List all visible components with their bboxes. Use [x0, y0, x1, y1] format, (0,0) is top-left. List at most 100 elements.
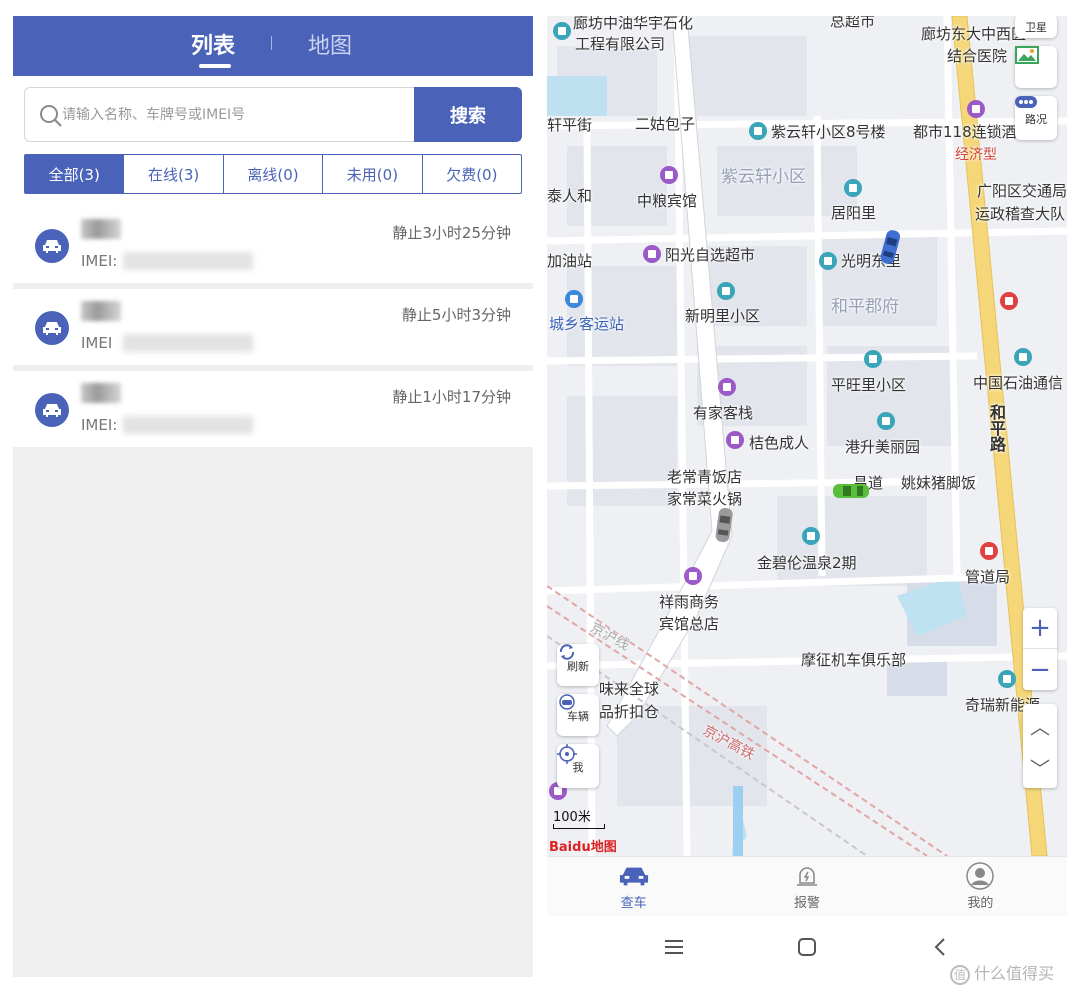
poi-building-icon[interactable]: [749, 122, 767, 140]
map-label: 二姑包子: [635, 115, 696, 133]
map-label: 工程有限公司: [575, 35, 666, 53]
traffic-icon: [1015, 96, 1037, 108]
poi-hotel-icon[interactable]: [684, 567, 702, 585]
poi-building-icon[interactable]: [844, 179, 862, 197]
filter-offline[interactable]: 离线(0): [224, 155, 324, 193]
map-label: 管道局: [965, 568, 1011, 586]
tab-list[interactable]: 列表: [191, 28, 235, 60]
map-label: 轩平街: [547, 116, 593, 134]
filter-unused[interactable]: 未用(0): [323, 155, 423, 193]
vehicle-status: 静止1小时17分钟: [392, 388, 511, 406]
vehicle-status: 静止3小时25分钟: [392, 224, 511, 242]
search-icon: [40, 105, 62, 127]
refresh-icon: [559, 644, 575, 660]
search-box: [24, 87, 414, 142]
search-button[interactable]: 搜索: [414, 87, 522, 142]
map-label: 中粮宾馆: [637, 192, 698, 210]
car-icon: [559, 694, 575, 710]
map-label: 摩征机车俱乐部: [801, 651, 907, 669]
map-label: 港升美丽园: [845, 438, 921, 456]
nav-find-car[interactable]: 查车: [547, 857, 720, 916]
poi-hotel-icon[interactable]: [967, 100, 985, 118]
car-icon: [35, 393, 69, 427]
poi-shop-icon[interactable]: [726, 431, 744, 449]
map-label: 新明里小区: [685, 307, 761, 325]
refresh-button[interactable]: 刷新: [557, 644, 599, 686]
poi-building-icon[interactable]: [864, 350, 882, 368]
filter-all[interactable]: 全部(3): [25, 155, 125, 193]
traffic-button[interactable]: 路况: [1015, 96, 1057, 140]
map-label: 金碧伦温泉2期: [757, 554, 857, 572]
poi-building-icon[interactable]: [717, 282, 735, 300]
chevron-up-icon[interactable]: ︿: [1023, 704, 1057, 746]
map-label: 宾馆总店: [659, 615, 720, 633]
vehicle-name-blurred: [81, 301, 121, 321]
vehicle-imei-label: IMEI:: [81, 416, 118, 434]
map-label: 紫云轩小区: [721, 167, 806, 187]
poi-building-icon[interactable]: [819, 252, 837, 270]
map-label: 结合医院: [947, 47, 1008, 65]
zoom-out-button[interactable]: −: [1023, 649, 1057, 690]
vehicle-marker-gray[interactable]: [713, 506, 735, 546]
traffic-label: 路况: [1025, 112, 1047, 126]
map-label: 运政稽查大队: [975, 205, 1066, 223]
satellite-label: 卫星: [1025, 20, 1047, 34]
zoom-in-button[interactable]: +: [1023, 608, 1057, 649]
poi-building-icon[interactable]: [877, 412, 895, 430]
poi-building-icon[interactable]: [998, 670, 1016, 688]
bottom-navigation: 查车 报警 我的: [547, 856, 1067, 916]
filter-online[interactable]: 在线(3): [124, 155, 224, 193]
search-input[interactable]: [62, 88, 402, 141]
vehicle-locate-button[interactable]: 车辆: [557, 694, 599, 736]
vehicle-row[interactable]: IMEI 静止5小时3分钟: [13, 289, 533, 365]
map-layer-button[interactable]: [1015, 46, 1057, 88]
nav-alarm[interactable]: 报警: [720, 857, 893, 916]
poi-bank-icon[interactable]: [1000, 292, 1018, 310]
car-icon: [35, 229, 69, 263]
map-label: 经济型: [955, 147, 997, 163]
map-label: 城乡客运站: [549, 315, 625, 333]
baidu-map[interactable]: 廊坊中油华宇石化 工程有限公司 总超市 廊坊东大中西医 结合医院 轩平街 二姑包…: [547, 16, 1067, 856]
map-road-label: 和平路: [987, 404, 1006, 452]
map-label: 桔色成人: [749, 434, 810, 452]
map-label: 总超市: [830, 16, 876, 30]
map-label: 姚妹猪脚饭: [901, 474, 977, 492]
satellite-toggle[interactable]: 卫星: [1015, 16, 1057, 38]
nav-alarm-label: 报警: [793, 895, 820, 911]
watermark: 值什么值得买: [950, 960, 1054, 985]
tab-map[interactable]: 地图: [308, 28, 352, 60]
poi-building-icon[interactable]: [802, 527, 820, 545]
map-label: 中国石油通信: [973, 374, 1064, 392]
poi-bus-station-icon[interactable]: [565, 290, 583, 308]
map-label: 有家客栈: [693, 404, 754, 422]
vehicle-marker-blue[interactable]: [877, 228, 903, 268]
vehicle-row[interactable]: IMEI: 静止1小时17分钟: [13, 371, 533, 447]
my-location-button[interactable]: 我: [557, 744, 599, 788]
vehicle-list-screen: 列表 地图 搜索 全部(3) 在线(3) 离线(0) 未用(0) 欠费(0): [13, 16, 533, 977]
poi-shop-icon[interactable]: [643, 245, 661, 263]
poi-hotel-icon[interactable]: [660, 166, 678, 184]
map-label: 廊坊中油华宇石化: [573, 16, 694, 32]
vehicle-row[interactable]: IMEI: 静止3小时25分钟: [13, 207, 533, 283]
map-label: 阳光自选超市: [665, 246, 756, 264]
user-avatar-icon: [965, 861, 995, 890]
filter-arrears[interactable]: 欠费(0): [423, 155, 521, 193]
vehicle-marker-green[interactable]: [831, 480, 871, 502]
watermark-logo-icon: 值: [950, 964, 970, 985]
map-label: 加油站: [547, 252, 593, 270]
map-label: 都市118连锁酒: [913, 123, 1017, 141]
map-scale-bar: [553, 824, 605, 829]
menu-icon[interactable]: [654, 927, 694, 967]
poi-government-icon[interactable]: [980, 542, 998, 560]
poi-building-icon[interactable]: [553, 22, 571, 40]
home-icon[interactable]: [787, 927, 827, 967]
tilt-control: ︿ ﹀: [1023, 704, 1057, 788]
chevron-down-icon[interactable]: ﹀: [1023, 746, 1057, 788]
poi-building-icon[interactable]: [1014, 348, 1032, 366]
nav-profile[interactable]: 我的: [894, 857, 1067, 916]
map-scale-label: 100米: [553, 810, 591, 825]
poi-hotel-icon[interactable]: [718, 378, 736, 396]
active-tab-indicator: [199, 64, 231, 68]
map-label: 和平郡府: [831, 297, 899, 317]
map-label: 紫云轩小区8号楼: [771, 123, 886, 141]
